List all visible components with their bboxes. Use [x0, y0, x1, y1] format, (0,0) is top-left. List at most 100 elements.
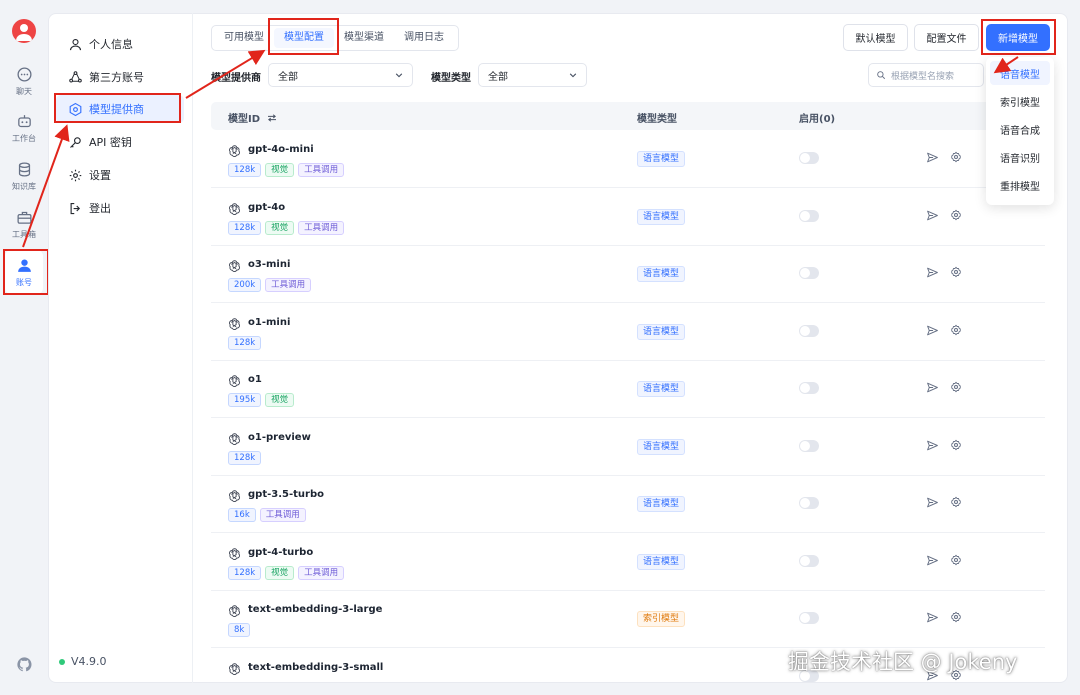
config-file-button[interactable]: 配置文件	[914, 24, 979, 51]
send-icon[interactable]	[926, 554, 939, 567]
capability-tag: 工具调用	[298, 163, 345, 177]
nav-item-api-key[interactable]: API 密钥	[56, 128, 184, 156]
user-avatar[interactable]	[12, 19, 36, 43]
rail-item-workbench[interactable]: 工作台	[0, 113, 48, 144]
user-icon	[69, 38, 82, 50]
openai-logo-icon	[229, 260, 240, 272]
chevron-down-icon	[395, 73, 403, 78]
gear-icon[interactable]	[950, 151, 962, 163]
capability-tag: 128k	[228, 335, 262, 350]
send-icon[interactable]	[926, 496, 939, 509]
enable-toggle[interactable]	[799, 267, 819, 279]
nav-item-third-party[interactable]: 第三方账号	[56, 63, 184, 91]
nav-item-settings[interactable]: 设置	[56, 161, 184, 189]
gear-icon[interactable]	[950, 381, 962, 393]
chevron-down-icon	[569, 73, 577, 78]
menu-item-index-model[interactable]: 索引模型	[990, 89, 1050, 113]
capability-tags: 16k 工具调用	[228, 508, 306, 522]
openai-logo-icon	[229, 202, 240, 215]
nav-item-label: 个人信息	[89, 38, 133, 51]
model-search-input[interactable]: 根据模型名搜索	[868, 63, 984, 87]
tab-call-logs[interactable]: 调用日志	[394, 28, 454, 48]
enable-toggle[interactable]	[799, 439, 819, 452]
menu-item-tts[interactable]: 语音合成	[990, 117, 1050, 141]
openai-logo-icon	[229, 317, 240, 330]
nav-item-profile[interactable]: 个人信息	[56, 30, 184, 58]
nav-item-logout[interactable]: 登出	[56, 194, 184, 222]
menu-item-speech-model[interactable]: 语音模型	[990, 61, 1050, 85]
settings-icon	[69, 169, 82, 181]
gear-icon[interactable]	[950, 266, 962, 278]
openai-logo-icon	[229, 432, 240, 445]
openai-logo-icon	[229, 605, 240, 617]
provider-select-value: 全部	[278, 71, 298, 83]
app-rail: 聊天 工作台 知识库 工具箱 账号	[0, 0, 48, 695]
version-indicator: V4.9.0	[59, 655, 107, 668]
table-row: gpt-4o 128k 视觉 工具调用 语言模型	[211, 189, 1045, 246]
model-id: o1-preview	[248, 431, 311, 443]
chat-icon	[16, 67, 32, 82]
enable-toggle[interactable]	[799, 554, 819, 567]
send-icon[interactable]	[926, 151, 939, 164]
gear-icon[interactable]	[950, 209, 962, 221]
capability-tags: 128k 视觉 工具调用	[228, 220, 345, 235]
send-icon[interactable]	[926, 209, 939, 222]
menu-item-asr[interactable]: 语音识别	[990, 145, 1050, 169]
table-row: gpt-3.5-turbo 16k 工具调用 语言模型	[211, 476, 1045, 533]
version-label: V4.9.0	[71, 655, 107, 668]
rail-item-label: 知识库	[12, 182, 36, 191]
gear-icon[interactable]	[950, 324, 962, 336]
rail-item-knowledge[interactable]: 知识库	[0, 161, 48, 192]
connections-icon	[69, 70, 82, 83]
enable-toggle[interactable]	[799, 382, 819, 394]
capability-tag: 128k	[228, 565, 262, 580]
tab-available-models[interactable]: 可用模型	[214, 28, 274, 48]
table-row: o1-preview 128k 语言模型	[211, 419, 1045, 476]
nav-item-label: 设置	[89, 169, 111, 182]
rail-item-toolbox[interactable]: 工具箱	[0, 209, 48, 240]
capability-tag: 128k	[228, 450, 262, 465]
model-type-badge: 语言模型	[637, 151, 686, 167]
model-type-badge: 语言模型	[637, 208, 686, 225]
model-type-badge: 索引模型	[637, 611, 686, 627]
model-type-badge: 语言模型	[637, 553, 686, 570]
gear-icon[interactable]	[950, 496, 962, 508]
gear-icon[interactable]	[950, 439, 962, 451]
model-id: o1-mini	[248, 316, 291, 328]
type-select[interactable]: 全部	[478, 63, 587, 87]
rail-github-link[interactable]	[0, 656, 48, 673]
highlight-box-add-model	[981, 19, 1056, 55]
capability-tags: 195k 视觉	[228, 393, 295, 407]
enable-toggle[interactable]	[799, 324, 819, 337]
model-id: o1	[248, 374, 262, 385]
enable-toggle[interactable]	[799, 612, 819, 624]
search-icon	[877, 71, 886, 80]
model-type-badge: 语言模型	[637, 266, 686, 282]
default-model-button[interactable]: 默认模型	[843, 24, 908, 51]
menu-item-rerank-model[interactable]: 重排模型	[990, 173, 1050, 197]
column-header-model-id[interactable]: 模型ID	[228, 110, 277, 125]
sort-icon	[267, 114, 276, 122]
rail-item-chat[interactable]: 聊天	[0, 66, 48, 97]
enable-toggle[interactable]	[799, 497, 819, 509]
send-icon[interactable]	[926, 324, 939, 337]
column-header-label: 模型ID	[228, 114, 261, 125]
send-icon[interactable]	[926, 381, 939, 394]
enable-toggle[interactable]	[799, 209, 819, 222]
send-icon[interactable]	[926, 266, 939, 279]
model-type-badge: 语言模型	[637, 381, 686, 397]
model-id: o3-mini	[248, 259, 291, 270]
capability-tags: 200k 工具调用	[228, 278, 312, 292]
capability-tags: 128k	[228, 450, 262, 465]
highlight-box-model-provider	[54, 93, 181, 123]
enable-toggle[interactable]	[799, 152, 819, 164]
send-icon[interactable]	[926, 439, 939, 452]
tab-model-channels[interactable]: 模型渠道	[334, 28, 394, 48]
gear-icon[interactable]	[950, 611, 962, 623]
gear-icon[interactable]	[950, 554, 962, 566]
provider-select[interactable]: 全部	[268, 63, 413, 87]
send-icon[interactable]	[926, 611, 939, 624]
table-row: gpt-4-turbo 128k 视觉 工具调用 语言模型	[211, 534, 1045, 591]
status-dot	[59, 658, 65, 665]
capability-tag: 16k	[228, 508, 256, 522]
